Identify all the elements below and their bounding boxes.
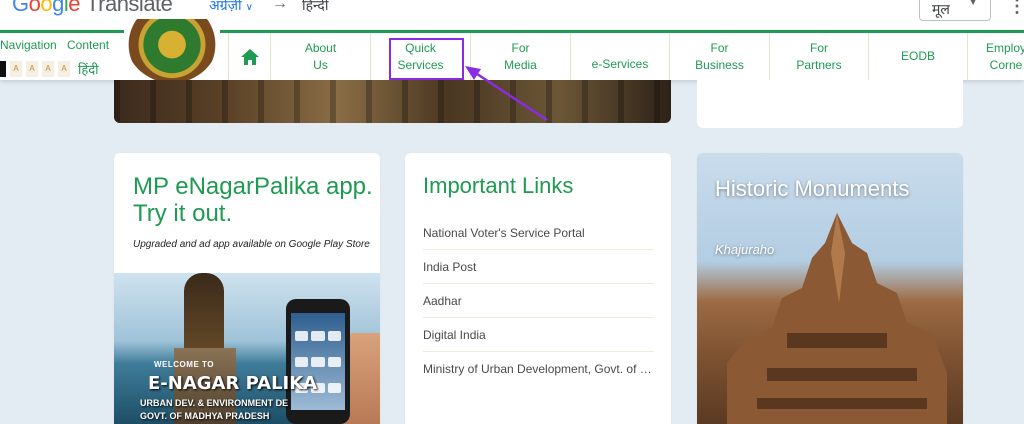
app-tile-icon [327,357,341,367]
phone-screen [291,313,345,410]
font-size-controls: A A A A [0,61,74,77]
important-links-list: National Voter's Service Portal India Po… [423,216,654,386]
app-tile-icon [327,331,341,341]
nav-eodb[interactable]: EODB [868,33,967,80]
important-link[interactable]: India Post [423,250,654,284]
hindi-language-link[interactable]: हिंदी [78,60,99,78]
font-size-button[interactable]: A [10,61,22,77]
chevron-down-icon: ∨ [245,2,253,13]
nav-about-us[interactable]: About Us [270,33,370,80]
app-tile-icon [311,331,325,341]
nav-for-business[interactable]: For Business [669,33,769,80]
app-banner-image[interactable]: WELCOME TO E-NAGAR PALIKA URBAN DEV. & E… [114,273,380,424]
highlight-box [389,38,464,80]
google-translate-logo[interactable]: Google Translate [12,0,173,17]
banner-welcome-text: WELCOME TO [154,360,214,369]
phone-image [286,299,350,424]
mp-emblem-logo[interactable] [124,19,220,83]
translate-label: Translate [86,0,173,16]
target-language-select[interactable]: हिन्दी [302,0,328,15]
banner-subtitle: URBAN DEV. & ENVIRONMENT DE GOVT. OF MAD… [140,397,288,423]
home-icon [240,48,259,65]
content-card [697,80,963,128]
nav-for-partners[interactable]: For Partners [769,33,868,80]
contrast-toggle[interactable] [0,61,6,77]
logo-letter: o [40,0,53,16]
skip-to-navigation-link[interactable]: Navigation [0,38,57,52]
nav-e-services[interactable]: e-Services [570,33,669,80]
banner-subtitle-line: URBAN DEV. & ENVIRONMENT DE [140,398,289,408]
app-card-subtitle: Upgraded and ad app available on Google … [133,239,370,250]
logo-letter: o [28,0,41,16]
app-tile-icon [311,357,325,367]
banner-title: E-NAGAR PALIKA [148,373,318,394]
important-link[interactable]: Ministry of Urban Development, Govt. of … [423,352,654,386]
important-link[interactable]: Aadhar [423,284,654,318]
more-options-icon[interactable]: ⋮ [1008,0,1024,17]
logo-letter: G [12,0,29,16]
building-photo [114,80,671,123]
show-original-label: मूल [932,1,950,17]
annotation-arrow [465,66,548,122]
important-link[interactable]: Digital India [423,318,654,352]
accessibility-utility: Navigation Content A A A A हिंदी [0,33,118,83]
historic-monuments-card[interactable]: Historic Monuments Khajuraho [697,153,963,424]
skip-to-content-link[interactable]: Content [67,38,109,52]
show-original-select[interactable]: मूल ▼ [919,0,991,21]
main-navigation: About Us Quick Services For Media e-Serv… [228,33,1024,80]
important-links-card: Important Links National Voter's Service… [405,153,671,424]
caret-down-icon: ▼ [968,0,978,8]
monuments-title: Historic Monuments [715,176,910,201]
app-promo-card[interactable]: MP eNagarPalika app. Try it out. Upgrade… [114,153,380,424]
monuments-subtitle: Khajuraho [715,242,775,257]
source-language-select[interactable]: अंग्रेज़ी ∨ [209,0,253,15]
source-language-label: अंग्रेज़ी [209,0,242,13]
app-tile-icon [327,383,341,393]
important-links-title: Important Links [423,173,574,198]
app-tile-icon [295,357,309,367]
arrow-right-icon: → [272,0,288,12]
important-link[interactable]: National Voter's Service Portal [423,216,654,250]
font-size-button[interactable]: A [42,61,54,77]
font-size-button[interactable]: A [58,61,70,77]
nav-employee-corner[interactable]: Employ Corne [967,33,1024,80]
app-tile-icon [295,331,309,341]
app-card-title: MP eNagarPalika app. Try it out. [133,173,373,227]
nav-home-button[interactable] [228,33,270,80]
logo-letter: e [68,0,81,16]
banner-subtitle-line: GOVT. OF MADHYA PRADESH [140,411,270,421]
logo-letter: g [52,0,64,16]
font-size-button[interactable]: A [26,61,38,77]
